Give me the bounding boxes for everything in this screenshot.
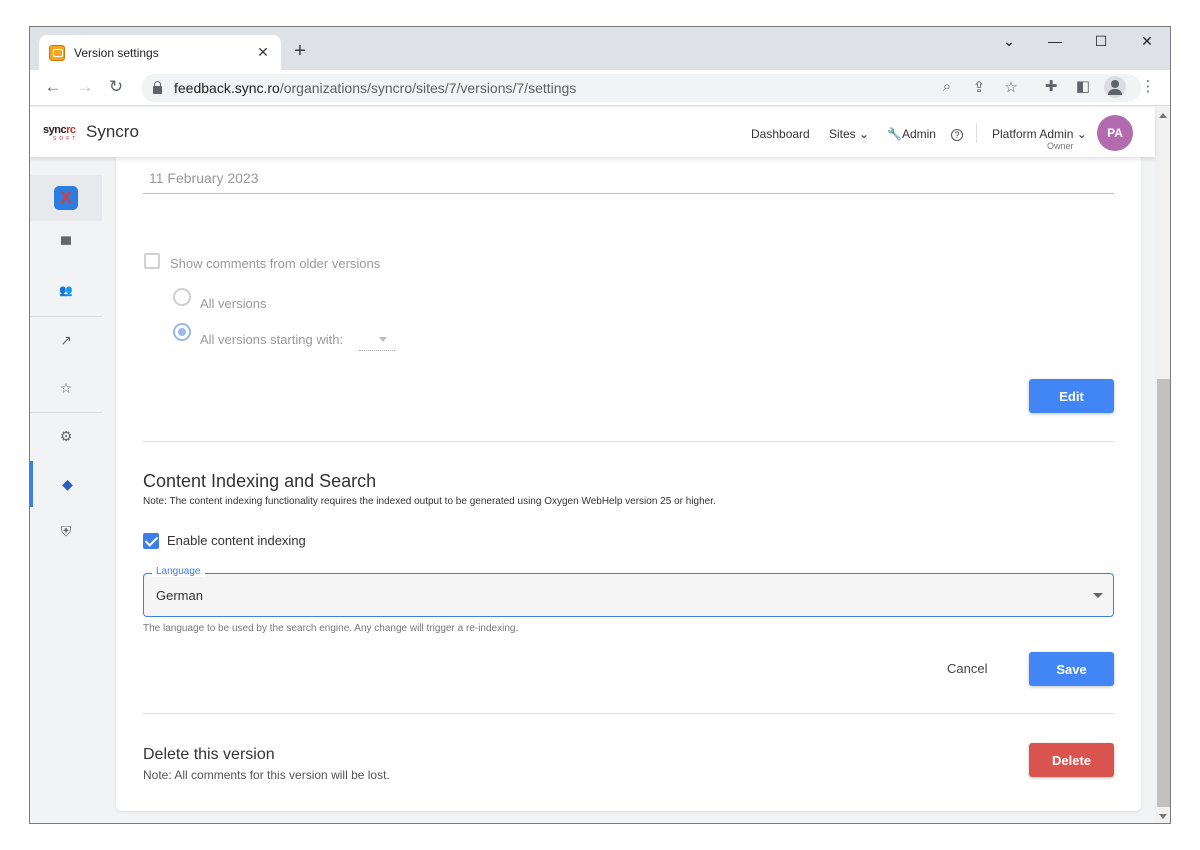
side-panel-icon[interactable]: ◧ [1073,77,1093,95]
shield-icon: ⛨ [60,522,72,539]
scroll-down-arrow-icon[interactable] [1159,814,1167,819]
starting-version-select[interactable] [359,329,395,351]
cancel-button[interactable]: Cancel [947,661,987,676]
people-icon: 👥 [59,284,73,297]
creation-date-value: 11 February 2023 [149,170,259,186]
share-icon[interactable]: ⇪ [969,78,989,96]
profile-icon[interactable] [1104,76,1126,98]
reload-icon[interactable]: ↻ [105,77,127,97]
nav-sites[interactable]: Sites ⌄ [829,127,869,141]
indexing-note: Note: The content indexing functionality… [143,496,716,507]
bookmark-star-icon[interactable]: ☆ [1001,78,1021,96]
delete-title: Delete this version [143,746,275,763]
comments-icon: ▀ [61,236,71,252]
show-older-label: Show comments from older versions [170,256,381,271]
syncro-x-icon: X [54,186,78,210]
enable-indexing-label: Enable content indexing [167,533,306,548]
edit-button[interactable]: Edit [1029,379,1114,413]
trending-icon: ↗ [60,331,72,348]
show-older-checkbox[interactable] [144,253,160,269]
star-icon: ☆ [59,379,73,396]
url-path: /organizations/syncro/sites/7/versions/7… [279,80,577,96]
tab-search-icon[interactable]: ⌄ [997,33,1021,50]
user-menu[interactable]: Platform Admin ⌄ [992,127,1087,141]
help-icon[interactable]: ? [951,129,963,141]
settings-card: Creation date 11 February 2023 Show comm… [116,127,1141,811]
language-legend: Language [152,566,205,577]
syncro-logo[interactable]: syncrc SOFT [43,124,81,142]
minimize-button[interactable]: — [1043,33,1067,49]
language-value: German [156,588,203,603]
nav-admin[interactable]: 🔧Admin [887,127,936,141]
dropdown-arrow-icon [1093,593,1103,598]
page-scrollbar[interactable] [1155,107,1170,823]
radio-all-versions-label: All versions [200,296,267,311]
maximize-button[interactable]: ☐ [1089,33,1113,50]
sidebar-item-favorites[interactable]: ☆ [30,365,102,411]
indexing-title: Content Indexing and Search [143,471,377,491]
save-button[interactable]: Save [1029,652,1114,686]
menu-kebab-icon[interactable]: ⋮ [1138,77,1158,95]
tab-strip: Version settings ✕ + ⌄ — ☐ ✕ [30,27,1170,70]
language-select[interactable]: Language German [143,566,1114,617]
sidebar-item-settings[interactable]: ⚙ [30,413,102,459]
scroll-thumb[interactable] [1157,379,1170,807]
sidebar-item-users[interactable]: 👥 [30,267,102,313]
enable-indexing-checkbox[interactable] [143,533,159,549]
tab-title: Version settings [74,45,159,60]
delete-button[interactable]: Delete [1029,743,1114,777]
radio-versions-starting[interactable] [173,323,191,341]
user-role: Owner [1047,141,1074,151]
sidebar-item-security[interactable]: ⛨ [30,508,102,554]
browser-tab[interactable]: Version settings ✕ [39,35,281,70]
delete-note: Note: All comments for this version will… [143,768,390,782]
sidebar-item-comments[interactable]: ▀ [30,221,102,267]
language-hint: The language to be used by the search en… [143,623,519,634]
section-divider [143,441,1114,442]
header-divider [976,123,977,143]
app-header: syncrc SOFT Syncro Dashboard Sites ⌄ 🔧Ad… [30,107,1155,157]
new-tab-button[interactable]: + [288,40,312,63]
creation-date-underline [143,193,1114,194]
forward-arrow-icon[interactable]: → [74,77,96,97]
tab-close-icon[interactable]: ✕ [255,44,271,61]
close-window-button[interactable]: ✕ [1135,33,1159,50]
radio-all-versions[interactable] [173,288,191,306]
section-divider [143,713,1114,714]
sidebar: X ▀ 👥 ↗ ☆ ⚙ ◆ ⛨ [30,157,102,823]
zoom-icon[interactable]: ⌕ [937,78,957,95]
layers-icon: ◆ [62,475,73,492]
browser-toolbar: ← → ↻ feedback.sync.ro/organizations/syn… [30,70,1170,106]
gear-icon: ⚙ [59,427,73,444]
scroll-up-arrow-icon[interactable] [1159,113,1167,118]
nav-dashboard[interactable]: Dashboard [751,127,810,141]
feedback-favicon-icon [49,44,65,61]
address-bar[interactable]: feedback.sync.ro/organizations/syncro/si… [141,74,1141,102]
url-host: feedback.sync.ro [174,80,280,96]
radio-versions-starting-label: All versions starting with: [200,332,344,347]
extensions-puzzle-icon[interactable]: ✚ [1041,77,1061,95]
app-name[interactable]: Syncro [86,122,139,142]
sidebar-item-site[interactable]: X [30,175,102,221]
sidebar-item-analytics[interactable]: ↗ [30,317,102,363]
avatar[interactable]: PA [1097,115,1133,151]
lock-icon [153,81,162,94]
back-arrow-icon[interactable]: ← [42,77,64,97]
sidebar-item-versions[interactable]: ◆ [30,461,102,507]
browser-window: Version settings ✕ + ⌄ — ☐ ✕ ← → ↻ feedb… [29,26,1171,824]
